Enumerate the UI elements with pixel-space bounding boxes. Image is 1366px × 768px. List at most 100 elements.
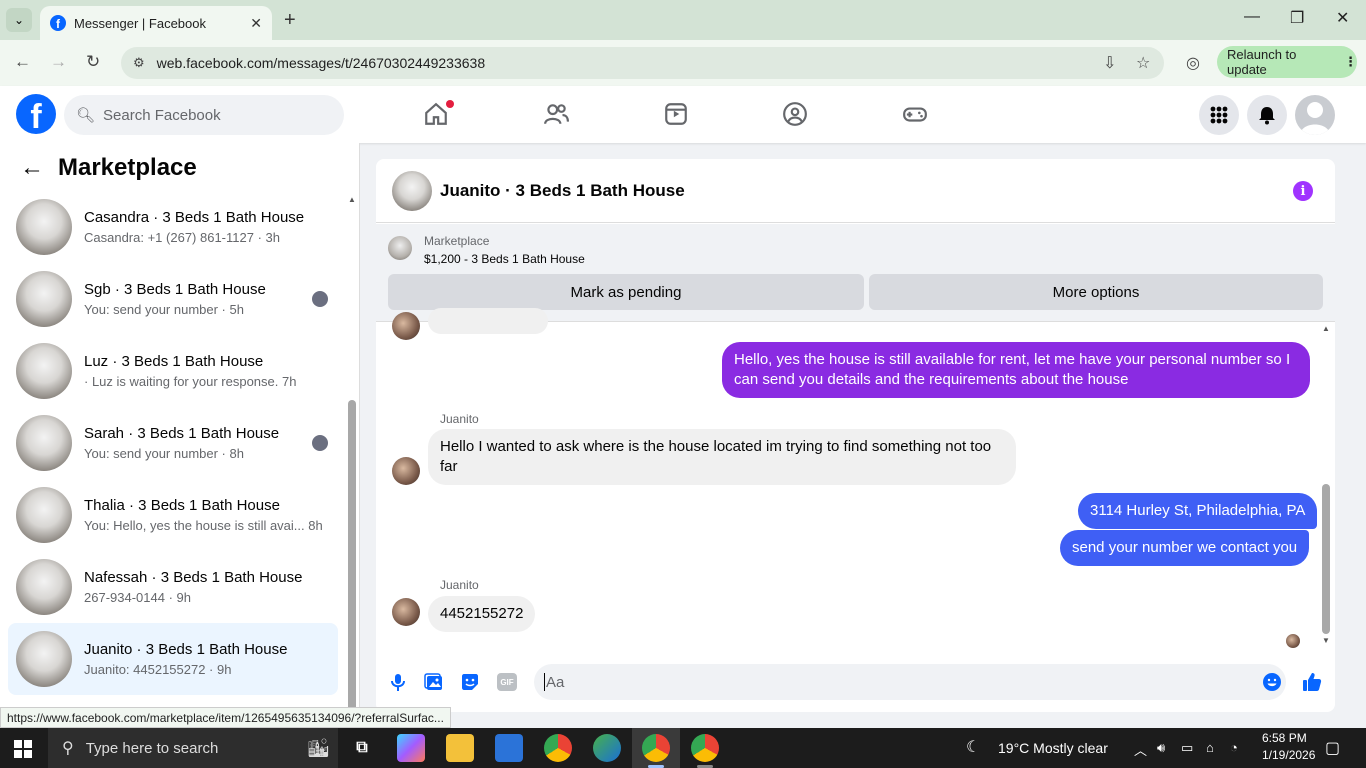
chat-name: Sarah · 3 Beds 1 Bath House bbox=[84, 425, 280, 442]
account-avatar[interactable] bbox=[1295, 95, 1335, 135]
incoming-message-bubble[interactable]: Hello I wanted to ask where is the house… bbox=[428, 429, 1016, 485]
chrome-active-icon[interactable] bbox=[642, 734, 670, 762]
gif-icon[interactable]: GIF bbox=[496, 672, 518, 692]
gaming-icon[interactable] bbox=[901, 100, 929, 128]
facebook-logo-icon[interactable]: f bbox=[16, 94, 56, 134]
chat-name: Sgb · 3 Beds 1 Bath House bbox=[84, 281, 266, 298]
chat-name: Casandra · 3 Beds 1 Bath House bbox=[84, 209, 305, 226]
chat-list-item[interactable]: Sarah · 3 Beds 1 Bath House You: send you… bbox=[8, 407, 338, 479]
sender-avatar[interactable] bbox=[392, 312, 420, 340]
volume-icon[interactable]: 🔊︎ bbox=[1157, 740, 1165, 756]
microsoft-store-icon[interactable] bbox=[495, 734, 523, 762]
chat-list-item[interactable]: Thalia · 3 Beds 1 Bath House You: Hello, … bbox=[8, 479, 338, 551]
chat-thumbnail bbox=[16, 343, 72, 399]
reload-icon[interactable]: ↻ bbox=[86, 52, 100, 72]
weather-text[interactable]: 19°C Mostly clear bbox=[998, 740, 1108, 756]
tab-search-dropdown-icon[interactable]: ⌄ bbox=[6, 8, 32, 32]
video-icon[interactable] bbox=[662, 100, 690, 128]
facebook-favicon-icon: f bbox=[50, 15, 66, 31]
chat-list-scrollbar[interactable]: ▲ bbox=[346, 193, 358, 728]
outgoing-message-bubble[interactable]: Hello, yes the house is still available … bbox=[722, 342, 1310, 398]
install-app-icon[interactable]: ⇩ bbox=[1103, 53, 1116, 73]
menu-dots-icon: ⋮ bbox=[1344, 54, 1357, 69]
scrollbar-thumb[interactable] bbox=[348, 400, 356, 728]
friends-icon[interactable] bbox=[542, 100, 570, 128]
chat-snippet: You: Hello, yes the house is still avai.… bbox=[84, 518, 323, 533]
close-window-icon[interactable]: ✕ bbox=[1336, 8, 1349, 28]
scroll-up-icon[interactable]: ▲ bbox=[348, 195, 356, 204]
relaunch-to-update-button[interactable]: Relaunch to update ⋮ bbox=[1217, 46, 1357, 78]
taskbar-search-box[interactable]: ⚲ Type here to search 🏙︎ bbox=[48, 728, 338, 768]
scroll-up-icon[interactable]: ▲ bbox=[1322, 324, 1330, 333]
outgoing-message-bubble[interactable]: send your number we contact you bbox=[1060, 530, 1310, 566]
tab-close-icon[interactable]: ✕ bbox=[250, 15, 262, 32]
microphone-icon[interactable] bbox=[388, 672, 408, 692]
mark-as-pending-button[interactable]: Mark as pending bbox=[388, 274, 864, 310]
link-status-bar: https://www.facebook.com/marketplace/ite… bbox=[0, 707, 451, 728]
restore-icon[interactable]: ❐ bbox=[1290, 8, 1304, 28]
clock-date[interactable]: 1/19/2026 bbox=[1262, 748, 1315, 762]
facebook-search-input[interactable]: 🔍︎ Search Facebook bbox=[64, 95, 344, 135]
facebook-header: f 🔍︎ Search Facebook bbox=[0, 86, 1366, 143]
task-view-icon[interactable]: ⧉ bbox=[348, 734, 376, 762]
conversation-scrollbar[interactable]: ▲ ▼ bbox=[1320, 324, 1332, 649]
camera-icon[interactable]: ⌂ bbox=[1206, 740, 1214, 755]
groups-icon[interactable] bbox=[781, 100, 809, 128]
windows-start-icon[interactable] bbox=[14, 740, 32, 758]
chat-list-item[interactable]: Nafessah · 3 Beds 1 Bath House 267-934-01… bbox=[8, 551, 338, 623]
sticker-icon[interactable] bbox=[460, 672, 480, 692]
search-placeholder: Search Facebook bbox=[103, 106, 221, 124]
menu-grid-icon[interactable] bbox=[1199, 95, 1239, 135]
back-icon[interactable]: ← bbox=[14, 52, 31, 72]
notification-center-icon[interactable]: ▢ bbox=[1325, 738, 1340, 758]
chat-thumbnail bbox=[16, 487, 72, 543]
profile-icon[interactable]: ◎ bbox=[1186, 53, 1200, 73]
bookmark-star-icon[interactable]: ☆ bbox=[1136, 53, 1150, 73]
more-options-button[interactable]: More options bbox=[869, 274, 1323, 310]
chat-list-item[interactable]: Casandra · 3 Beds 1 Bath House Casandra: … bbox=[8, 191, 338, 263]
conversation-avatar[interactable] bbox=[392, 170, 432, 211]
conversation-title[interactable]: Juanito · 3 Beds 1 Bath House bbox=[440, 181, 685, 201]
chat-text: Luz · 3 Beds 1 Bath House · Luz is waitin… bbox=[84, 353, 338, 389]
back-arrow-icon[interactable]: ← bbox=[20, 154, 44, 182]
chrome-second-icon[interactable] bbox=[691, 734, 719, 762]
address-bar[interactable]: ⚙ web.facebook.com/messages/t/2467030244… bbox=[121, 47, 1164, 79]
copilot-icon[interactable] bbox=[397, 734, 425, 762]
forward-icon[interactable]: → bbox=[50, 52, 67, 72]
message-input[interactable]: Aa bbox=[534, 664, 1286, 700]
network-app-icon[interactable] bbox=[593, 734, 621, 762]
new-tab-button[interactable]: + bbox=[284, 9, 296, 32]
like-thumbs-up-icon[interactable] bbox=[1302, 672, 1322, 692]
listing-thumbnail[interactable] bbox=[388, 236, 412, 260]
file-explorer-icon[interactable] bbox=[446, 734, 474, 762]
chat-list-item[interactable]: Juanito · 3 Beds 1 Bath House Juanito: 44… bbox=[8, 623, 338, 695]
marketplace-title: Marketplace bbox=[58, 154, 197, 181]
chat-thumbnail bbox=[16, 199, 72, 255]
chat-list-item[interactable]: Sgb · 3 Beds 1 Bath House You: send your … bbox=[8, 263, 338, 335]
chat-list-item[interactable]: Luz · 3 Beds 1 Bath House · Luz is waitin… bbox=[8, 335, 338, 407]
wifi-icon[interactable]: ◔ bbox=[1230, 740, 1238, 755]
incoming-message-bubble[interactable]: 4452155272 bbox=[428, 596, 536, 632]
weather-icon[interactable]: ☾ bbox=[966, 737, 980, 757]
clock-time[interactable]: 6:58 PM bbox=[1262, 731, 1307, 745]
battery-icon[interactable]: ▭ bbox=[1181, 740, 1193, 756]
minimize-icon[interactable]: — bbox=[1244, 8, 1260, 26]
show-hidden-icons-icon[interactable]: ︿ bbox=[1134, 740, 1147, 759]
sender-avatar[interactable] bbox=[392, 457, 420, 485]
scroll-down-icon[interactable]: ▼ bbox=[1322, 636, 1330, 645]
chrome-profile-p-icon[interactable] bbox=[544, 734, 572, 762]
notifications-bell-icon[interactable] bbox=[1247, 95, 1287, 135]
gif-label: GIF bbox=[497, 673, 517, 691]
site-info-icon[interactable]: ⚙ bbox=[133, 55, 145, 71]
url-text[interactable]: web.facebook.com/messages/t/246703024492… bbox=[157, 55, 485, 71]
chat-snippet: You: send your number · 8h bbox=[84, 446, 244, 461]
emoji-icon[interactable] bbox=[1262, 672, 1282, 692]
listing-title[interactable]: $1,200 - 3 Beds 1 Bath House bbox=[424, 252, 585, 266]
browser-tab-messenger[interactable]: f Messenger | Facebook ✕ bbox=[40, 6, 272, 40]
outgoing-message-bubble[interactable]: 3114 Hurley St, Philadelphia, PA bbox=[1078, 493, 1318, 529]
photo-icon[interactable] bbox=[424, 672, 444, 692]
info-icon[interactable]: i bbox=[1293, 181, 1313, 201]
sender-avatar[interactable] bbox=[392, 598, 420, 626]
scrollbar-thumb[interactable] bbox=[1322, 484, 1330, 634]
chat-text: Sgb · 3 Beds 1 Bath House You: send your … bbox=[84, 281, 338, 317]
